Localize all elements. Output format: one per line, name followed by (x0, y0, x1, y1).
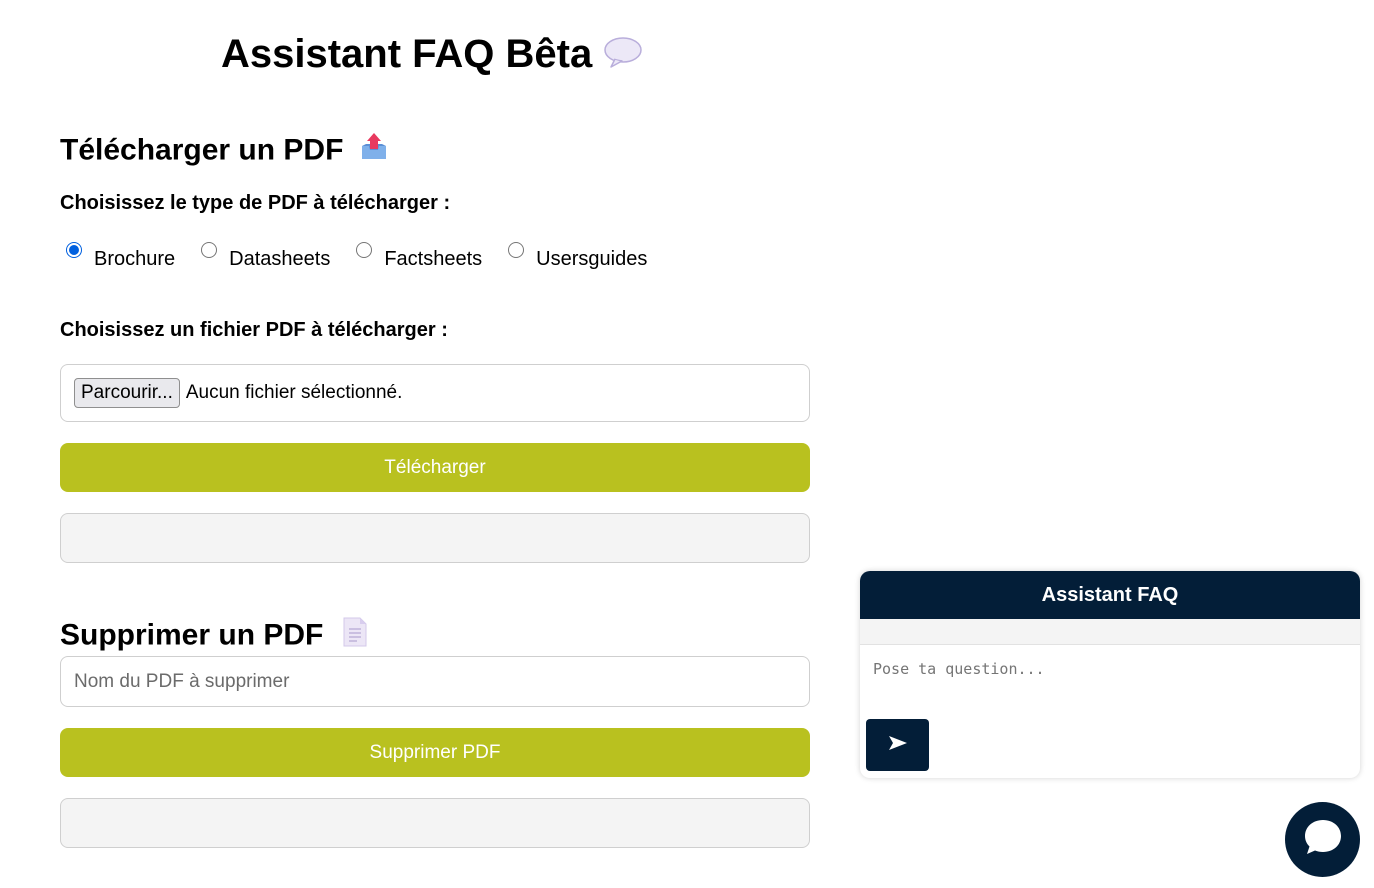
page-icon (342, 616, 368, 657)
chat-panel: Assistant FAQ Pose ta question... (860, 571, 1360, 778)
chat-toggle-button[interactable] (1285, 802, 1360, 877)
radio-option-factsheets[interactable]: Factsheets (356, 241, 482, 271)
delete-pdf-button[interactable]: Supprimer PDF (60, 728, 810, 777)
delete-result-box (60, 798, 810, 848)
page-title-text: Assistant FAQ Bêta (221, 32, 593, 76)
send-arrow-icon (888, 735, 908, 756)
upload-result-box (60, 513, 810, 563)
pdf-type-label: Choisissez le type de PDF à télécharger … (60, 192, 451, 214)
delete-section-title: Supprimer un PDF (60, 616, 368, 657)
radio-datasheets[interactable] (201, 242, 218, 258)
radio-option-usersguides[interactable]: Usersguides (508, 241, 647, 271)
file-input[interactable]: Parcourir... Aucun fichier sélectionné. (60, 364, 810, 422)
radio-usersguides[interactable] (508, 242, 525, 258)
pdf-name-input[interactable]: Nom du PDF à supprimer (60, 656, 810, 707)
chat-header: Assistant FAQ (860, 571, 1360, 619)
send-button[interactable] (866, 719, 929, 771)
radio-label-brochure: Brochure (94, 248, 176, 270)
upload-button[interactable]: Télécharger (60, 443, 810, 492)
file-select-label: Choisissez un fichier PDF à télécharger … (60, 319, 448, 341)
page: Assistant FAQ Bêta Télécharger un PDF Ch… (0, 0, 1374, 888)
radio-option-datasheets[interactable]: Datasheets (201, 241, 330, 271)
browse-button[interactable]: Parcourir... (74, 378, 180, 408)
upload-section-title: Télécharger un PDF (60, 132, 388, 171)
radio-label-datasheets: Datasheets (229, 248, 331, 270)
upload-title-text: Télécharger un PDF (60, 133, 344, 167)
radio-label-usersguides: Usersguides (536, 248, 648, 270)
chat-messages-area (860, 619, 1360, 645)
radio-label-factsheets: Factsheets (384, 248, 483, 270)
file-status-text: Aucun fichier sélectionné. (185, 382, 403, 403)
speech-bubble-icon (603, 32, 643, 80)
chat-bubble-icon (1303, 818, 1343, 861)
page-title: Assistant FAQ Bêta (221, 30, 643, 80)
delete-title-text: Supprimer un PDF (60, 618, 324, 652)
chat-question-input[interactable]: Pose ta question... (873, 659, 1045, 679)
radio-factsheets[interactable] (356, 242, 373, 258)
radio-option-brochure[interactable]: Brochure (66, 241, 175, 271)
pdf-type-radio-group: Brochure Datasheets Factsheets Usersguid… (66, 241, 673, 271)
radio-brochure[interactable] (66, 242, 82, 258)
outbox-tray-icon (360, 132, 388, 171)
